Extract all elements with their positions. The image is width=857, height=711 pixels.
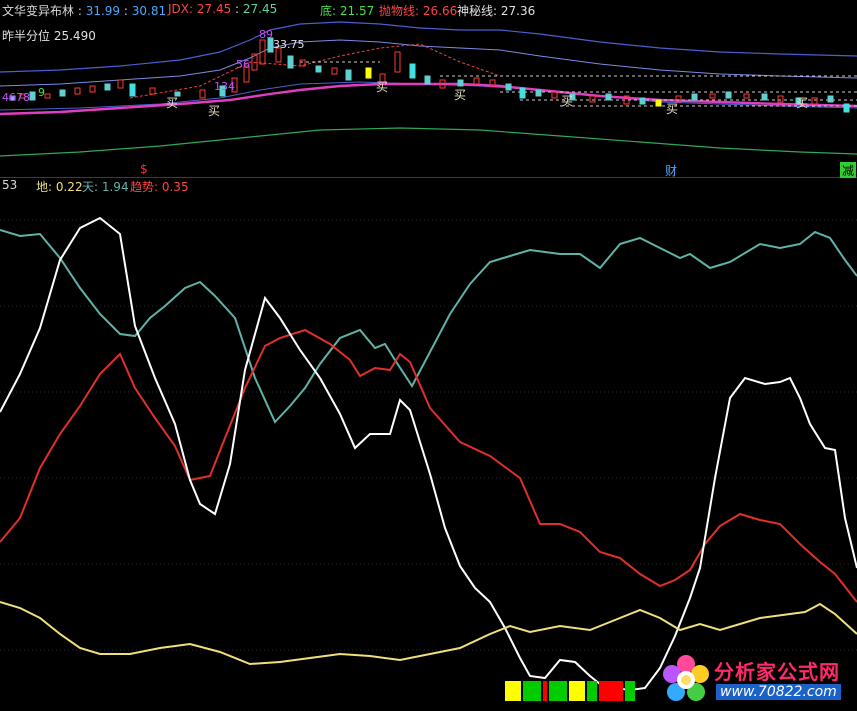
candle [551, 91, 558, 99]
candle [104, 83, 111, 91]
jdx-group: JDX: 27.45 : 27.45 [168, 2, 278, 16]
signal-block [523, 681, 541, 701]
dollar-signal: $ [140, 162, 148, 176]
header-bar: 文华变异布林 : 31.99 : 30.81 [2, 4, 167, 18]
jdx-label: JDX: 27.45 [168, 2, 232, 16]
buy-signal-1: 买 [166, 96, 179, 110]
value-1: 31.99 [85, 4, 121, 18]
candle [409, 63, 416, 79]
signal-block [549, 681, 567, 701]
shenmi-label: 神秘线: 27.36 [457, 4, 536, 18]
oscillator-panel[interactable]: 53 地: 0.22 天: 1.94 趋势: 0.35 [0, 178, 857, 711]
candle [505, 83, 512, 91]
candle [761, 93, 768, 101]
candle [843, 103, 850, 113]
candle [29, 91, 36, 101]
candle [199, 89, 206, 99]
signal-block [625, 681, 635, 701]
green-trend-line [0, 127, 857, 157]
candle [287, 55, 294, 69]
signal-block [599, 681, 623, 701]
candle [473, 77, 480, 85]
left-sequence: 4678 [2, 91, 30, 104]
buy-signal-7: 买 [796, 96, 809, 110]
candlesticks [9, 37, 850, 113]
zuoban-value: 25.490 [53, 29, 96, 43]
di-value: 地: 0.22 [36, 180, 83, 194]
boll-mid-line [0, 82, 857, 116]
dashed-trend-line [129, 43, 501, 99]
price-panel[interactable]: 文华变异布林 : 31.99 : 30.81 JDX: 27.45 : 27.4… [0, 0, 857, 179]
signal-block [543, 681, 547, 701]
teal-line [0, 229, 857, 424]
watermark-url: www.70822.com [716, 684, 841, 700]
indicator-title: 文华变异布林 [2, 4, 75, 18]
signal-block [505, 681, 521, 701]
candle [149, 87, 156, 95]
boll-upper-line [0, 21, 857, 73]
lower-left-number: 53 [2, 178, 18, 192]
watermark-logo: 分析家公式网 www.70822.com [656, 646, 857, 711]
price-chart [0, 21, 857, 178]
buy-signal-2: 买 [208, 104, 221, 118]
candle [74, 87, 81, 95]
candle [589, 95, 596, 103]
white-line [0, 216, 857, 692]
jdx-value: 27.45 [242, 2, 278, 16]
candle [89, 85, 96, 93]
buy-signal-3: 买 [376, 80, 389, 94]
candle [605, 93, 612, 101]
candle [424, 75, 431, 85]
candle [811, 97, 818, 105]
left-label-9: 9 [38, 86, 45, 99]
signal-block [587, 681, 597, 701]
candle [345, 69, 352, 81]
candle [709, 93, 716, 99]
tian-value: 天: 1.94 [82, 180, 129, 194]
candle [129, 83, 136, 97]
peak-price: 33.75 [273, 38, 305, 51]
candle [743, 93, 750, 99]
candle [777, 95, 784, 103]
label-56: 56 [236, 58, 250, 71]
candle [59, 89, 66, 97]
candle [331, 67, 338, 75]
buy-signal-5: 买 [561, 94, 574, 108]
label-89: 89 [259, 28, 273, 41]
jian-signal: 减 [840, 162, 857, 179]
zuoban-group: 昨半分位 25.490 [2, 27, 96, 44]
candle [535, 89, 542, 97]
candle [519, 87, 526, 99]
candle [639, 97, 646, 105]
zuoban-label: 昨半分位 [2, 29, 51, 43]
candle [394, 51, 401, 73]
signal-block [569, 681, 585, 701]
buy-signal-6: 买 [666, 102, 679, 116]
buy-signal-4: 买 [454, 88, 467, 102]
candle [691, 93, 698, 101]
cai-signal: 财 [665, 164, 678, 178]
flower-logo-icon [663, 655, 709, 701]
candle [827, 95, 834, 103]
label-134: 134 [214, 80, 235, 93]
candle [117, 79, 124, 89]
paowu-label: 抛物线: 26.66 [379, 4, 458, 18]
candle [655, 99, 662, 107]
di-label: 底: 21.57 [320, 4, 375, 18]
watermark-title: 分析家公式网 [714, 660, 840, 684]
value-2: 30.81 [131, 4, 167, 18]
candle [725, 91, 732, 99]
candle [365, 67, 372, 79]
oscillator-chart [0, 216, 857, 692]
candle [315, 65, 322, 73]
candle [44, 93, 51, 99]
qushi-value: 趋势: 0.35 [130, 180, 189, 194]
